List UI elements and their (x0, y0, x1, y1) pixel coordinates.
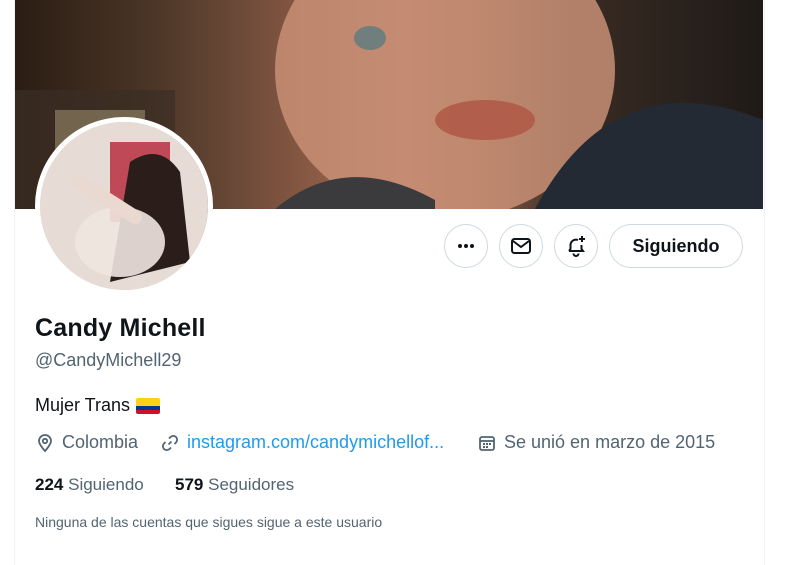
profile-name: Candy Michell (35, 314, 206, 342)
followers-count-link[interactable]: 579 Seguidores (175, 475, 294, 495)
more-icon (458, 244, 474, 248)
profile-bio: Mujer Trans (35, 395, 161, 416)
website-link[interactable]: instagram.com/candymichellof... (187, 432, 444, 453)
location-pin-icon (38, 433, 52, 452)
mail-icon (511, 238, 531, 254)
link-icon (161, 434, 179, 451)
location-text: Colombia (62, 432, 139, 452)
more-button[interactable] (444, 224, 488, 268)
joined-item: Se unió en marzo de 2015 (477, 432, 715, 453)
notifications-button[interactable] (554, 224, 598, 268)
followers-count: 579 (175, 475, 204, 494)
following-label: Siguiendo (68, 475, 144, 494)
profile-handle: @CandyMichell29 (35, 350, 182, 370)
bell-plus-icon (568, 236, 585, 257)
followers-you-know-text: Ninguna de las cuentas que sigues sigue … (35, 514, 383, 530)
following-count: 224 (35, 475, 64, 494)
website-item[interactable]: instagram.com/candymichellof... (160, 432, 444, 453)
following-button[interactable]: Siguiendo (609, 224, 743, 268)
following-count-link[interactable]: 224 Siguiendo (35, 475, 144, 495)
joined-text: Se unió en marzo de 2015 (504, 432, 716, 452)
message-button[interactable] (499, 224, 543, 268)
calendar-icon (479, 435, 495, 451)
bio-text: Mujer Trans (35, 395, 131, 415)
location-item: Colombia (35, 432, 138, 453)
colombia-flag-icon (136, 397, 161, 414)
followers-label: Seguidores (208, 475, 295, 494)
avatar-image (40, 122, 208, 290)
avatar[interactable] (40, 122, 208, 290)
